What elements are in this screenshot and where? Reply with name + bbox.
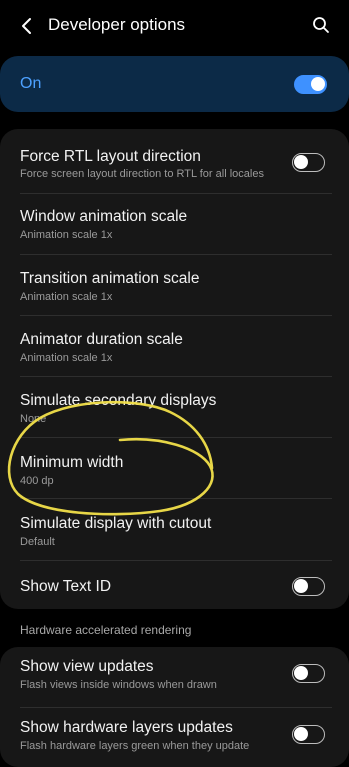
back-button[interactable] — [14, 13, 40, 39]
setting-title: Force RTL layout direction — [20, 148, 201, 165]
search-icon — [313, 17, 329, 33]
master-toggle[interactable] — [294, 75, 327, 94]
setting-subtitle: Animation scale 1x — [20, 229, 113, 241]
toggle-knob — [294, 666, 308, 680]
section-header-hardware-rendering: Hardware accelerated rendering — [20, 623, 192, 637]
settings-list-card: Force RTL layout direction Force screen … — [0, 129, 349, 609]
setting-title: Simulate secondary displays — [20, 392, 217, 409]
toggle-knob — [294, 579, 308, 593]
master-switch-label: On — [20, 75, 42, 92]
show-view-updates-toggle[interactable] — [292, 664, 325, 683]
setting-minimum-width[interactable]: Minimum width 400 dp — [0, 438, 349, 498]
setting-force-rtl[interactable]: Force RTL layout direction Force screen … — [0, 129, 349, 191]
force-rtl-toggle[interactable] — [292, 153, 325, 172]
setting-subtitle: 400 dp — [20, 475, 54, 487]
setting-subtitle: Animation scale 1x — [20, 352, 113, 364]
top-app-bar: Developer options — [0, 0, 349, 52]
setting-subtitle: Flash hardware layers green when they up… — [20, 740, 250, 752]
setting-title: Transition animation scale — [20, 270, 200, 287]
setting-title: Simulate display with cutout — [20, 515, 212, 532]
setting-transition-animation-scale[interactable]: Transition animation scale Animation sca… — [0, 255, 349, 315]
hardware-rendering-card: Show view updates Flash views inside win… — [0, 647, 349, 767]
setting-title: Minimum width — [20, 454, 124, 471]
toggle-knob — [294, 727, 308, 741]
setting-subtitle: None — [20, 413, 47, 425]
setting-subtitle: Animation scale 1x — [20, 291, 113, 303]
setting-title: Animator duration scale — [20, 331, 183, 348]
search-button[interactable] — [308, 12, 334, 38]
setting-window-animation-scale[interactable]: Window animation scale Animation scale 1… — [0, 194, 349, 254]
setting-show-text-id[interactable]: Show Text ID — [0, 561, 349, 609]
setting-subtitle: Force screen layout direction to RTL for… — [20, 168, 264, 180]
setting-title: Show hardware layers updates — [20, 719, 233, 736]
setting-title: Show Text ID — [20, 578, 112, 595]
setting-show-view-updates[interactable]: Show view updates Flash views inside win… — [0, 647, 349, 703]
setting-show-hardware-layers-updates[interactable]: Show hardware layers updates Flash hardw… — [0, 708, 349, 767]
setting-simulate-display-cutout[interactable]: Simulate display with cutout Default — [0, 499, 349, 559]
show-text-id-toggle[interactable] — [292, 577, 325, 596]
setting-animator-duration-scale[interactable]: Animator duration scale Animation scale … — [0, 316, 349, 376]
setting-subtitle: Default — [20, 536, 55, 548]
setting-subtitle: Flash views inside windows when drawn — [20, 679, 217, 691]
developer-options-master-switch[interactable]: On — [0, 56, 349, 112]
show-hardware-layers-toggle[interactable] — [292, 725, 325, 744]
toggle-knob — [294, 155, 308, 169]
setting-title: Window animation scale — [20, 208, 188, 225]
toggle-knob — [311, 77, 325, 91]
setting-simulate-secondary-displays[interactable]: Simulate secondary displays None — [0, 377, 349, 437]
back-arrow-icon — [22, 18, 31, 34]
setting-title: Show view updates — [20, 658, 154, 675]
page-title: Developer options — [48, 15, 186, 34]
